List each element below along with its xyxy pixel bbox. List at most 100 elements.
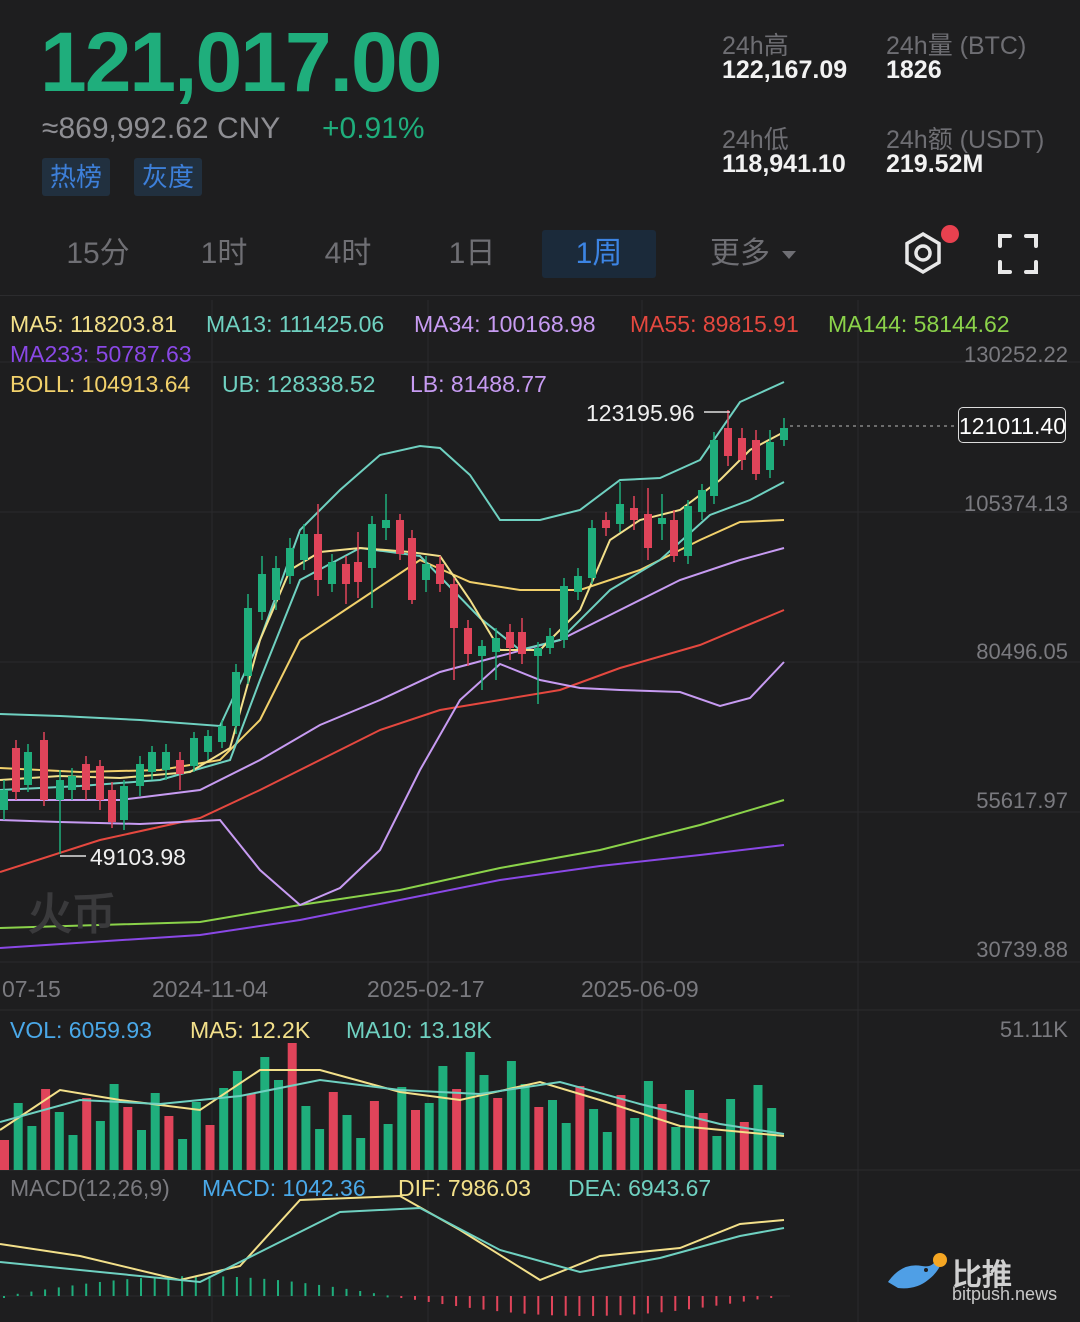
volume-bar bbox=[589, 1109, 599, 1170]
volume-bar bbox=[548, 1100, 557, 1170]
boll-mid-line bbox=[0, 519, 785, 774]
volume-bar bbox=[0, 1140, 9, 1170]
volume-bar bbox=[54, 1112, 64, 1170]
macd-histogram-bar bbox=[592, 1296, 595, 1316]
volume-bar bbox=[137, 1130, 146, 1170]
macd-histogram-bar bbox=[44, 1289, 47, 1296]
candle-body bbox=[422, 564, 430, 580]
candle-body bbox=[12, 748, 20, 792]
macd-histogram-bar bbox=[414, 1296, 416, 1300]
macd-histogram-bar bbox=[290, 1281, 293, 1296]
candle-body bbox=[658, 518, 666, 524]
macd-histogram-bar bbox=[222, 1276, 225, 1296]
candle-body bbox=[56, 780, 64, 800]
volume-bar bbox=[246, 1094, 256, 1170]
candle-body bbox=[0, 790, 8, 810]
volume-bar bbox=[630, 1118, 640, 1170]
dea-line bbox=[0, 1206, 785, 1284]
volume-bar bbox=[438, 1066, 448, 1170]
ma144-label: MA144: 58144.62 bbox=[828, 311, 1010, 337]
dea-label: DEA: 6943.67 bbox=[568, 1175, 712, 1201]
ma13-line bbox=[0, 481, 785, 791]
macd-histogram-bar bbox=[770, 1296, 773, 1298]
y-axis-tick: 30739.88 bbox=[976, 937, 1068, 962]
candle-body bbox=[286, 548, 294, 576]
high-annotation: 123195.96 bbox=[586, 400, 695, 426]
macd-histogram-bar bbox=[304, 1283, 307, 1296]
volume-bar bbox=[657, 1104, 667, 1170]
macd-histogram-bar bbox=[208, 1276, 211, 1296]
macd-histogram-bar bbox=[605, 1296, 608, 1316]
candle-body bbox=[204, 736, 212, 752]
macd-histogram-bar bbox=[386, 1295, 389, 1298]
volume-bar bbox=[109, 1084, 119, 1170]
macd-histogram-bar bbox=[98, 1281, 101, 1296]
candle-body bbox=[40, 740, 48, 800]
x-axis-tick: 2025-06-09 bbox=[581, 976, 699, 1002]
vol-label: VOL: 6059.93 bbox=[10, 1017, 152, 1043]
macd-histogram-bar bbox=[277, 1280, 279, 1296]
candle-body bbox=[492, 638, 500, 652]
boll-label: BOLL: 104913.64 bbox=[10, 371, 191, 397]
candle-body bbox=[396, 520, 404, 554]
candle-body bbox=[342, 564, 350, 584]
candle-body bbox=[588, 528, 596, 578]
volume-bar bbox=[465, 1052, 475, 1170]
volume-bar bbox=[575, 1086, 585, 1170]
candle-body bbox=[176, 760, 184, 774]
volume-bar bbox=[602, 1132, 612, 1170]
macd-histogram-bar bbox=[126, 1279, 129, 1296]
volume-bar bbox=[397, 1087, 407, 1170]
volume-bar bbox=[369, 1101, 379, 1170]
macd-histogram-bar bbox=[674, 1296, 677, 1311]
candle-body bbox=[96, 766, 104, 800]
macd-histogram-bar bbox=[372, 1293, 375, 1296]
candle-body bbox=[534, 648, 542, 656]
macd-histogram-bar bbox=[468, 1296, 471, 1308]
macd-histogram-bar bbox=[71, 1285, 74, 1296]
candle-body bbox=[684, 506, 692, 556]
candle-body bbox=[232, 672, 240, 726]
macd-value-label: MACD: 1042.36 bbox=[202, 1175, 366, 1201]
candle-body bbox=[162, 752, 170, 770]
candle-body bbox=[354, 562, 362, 582]
boll-lower-label: LB: 81488.77 bbox=[410, 371, 547, 397]
y-axis-tick: 80496.05 bbox=[976, 639, 1068, 664]
low-annotation: 49103.98 bbox=[90, 844, 186, 870]
x-axis-tick: 07-15 bbox=[2, 976, 61, 1002]
candle-body bbox=[518, 632, 526, 654]
volume-bar bbox=[356, 1138, 366, 1170]
volume-bar bbox=[123, 1107, 133, 1170]
volume-bar bbox=[95, 1121, 105, 1170]
macd-histogram-bar bbox=[249, 1277, 252, 1296]
macd-histogram-bar bbox=[112, 1280, 115, 1296]
volume-bar bbox=[534, 1107, 544, 1170]
candle-body bbox=[574, 576, 582, 592]
candle-body bbox=[24, 752, 32, 785]
ma34-line bbox=[0, 547, 785, 801]
candlestick-chart-canvas[interactable] bbox=[0, 0, 1080, 1322]
macd-histogram-bar bbox=[756, 1296, 759, 1300]
candle-body bbox=[136, 764, 144, 786]
volume-bar bbox=[520, 1084, 530, 1170]
macd-histogram-bar bbox=[509, 1296, 512, 1313]
candle-body bbox=[368, 524, 376, 568]
macd-histogram-bar bbox=[235, 1277, 238, 1296]
candle-body bbox=[644, 514, 652, 548]
macd-histogram-bar bbox=[660, 1296, 663, 1313]
candle-body bbox=[724, 428, 732, 456]
candle-body bbox=[218, 726, 226, 742]
macd-histogram-bar bbox=[153, 1277, 156, 1296]
volume-bar bbox=[493, 1098, 503, 1170]
volume-bar bbox=[424, 1103, 434, 1170]
volume-bar bbox=[342, 1115, 352, 1170]
volume-bar bbox=[205, 1125, 215, 1170]
macd-histogram-bar bbox=[263, 1278, 266, 1296]
macd-histogram-bar bbox=[729, 1296, 732, 1304]
ma13-label: MA13: 111425.06 bbox=[206, 311, 385, 337]
candle-body bbox=[752, 440, 760, 474]
macd-histogram-bar bbox=[633, 1296, 636, 1315]
candle-body bbox=[148, 752, 156, 772]
macd-histogram-bar bbox=[85, 1283, 88, 1296]
volume-bar bbox=[479, 1075, 489, 1170]
